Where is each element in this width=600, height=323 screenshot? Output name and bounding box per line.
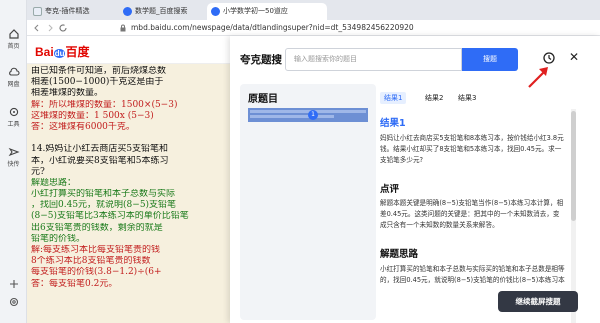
question-badge: 1 — [308, 110, 318, 120]
transfer-icon — [8, 147, 20, 157]
tab-plugins[interactable]: 夸克-插件精选 — [29, 3, 115, 20]
back-arrow-icon[interactable] — [32, 23, 42, 33]
sidebar-item-home[interactable]: 首页 — [0, 28, 27, 50]
search-input[interactable]: 输入题搜索你的题目 — [285, 48, 462, 71]
sidebar-item-add[interactable] — [0, 278, 27, 290]
tab-result-3[interactable]: 结果3 — [458, 92, 476, 104]
gear-icon — [9, 297, 18, 307]
url-text[interactable]: mbd.baidu.com/newspage/data/dtlandingsup… — [131, 23, 414, 32]
section-heading: 解题思路 — [380, 249, 419, 260]
continue-screenshot-search-button[interactable]: 继续截屏搜题 — [498, 291, 578, 312]
logo-paw: du — [53, 49, 66, 58]
sidebar-item-label: 工具 — [7, 121, 20, 128]
section-text: 妈妈让小红去商店买5支铅笔和8本练习本，按价钱给小红3.8元钱。结果小红却买了8… — [380, 134, 564, 164]
left-sidebar: 首页 网盘 工具 快传 — [0, 0, 27, 323]
sidebar-item-tools[interactable]: 工具 — [0, 106, 27, 128]
close-icon[interactable]: ✕ — [569, 50, 579, 64]
plus-icon — [9, 280, 18, 288]
document-line: (8−5)支铅笔比3本练习本的单价比铅笔 — [31, 211, 189, 222]
document-line: 由已知条件可知道，前后烧煤总数 — [31, 66, 167, 76]
document-line: 相差堆煤的数量。 — [31, 88, 104, 99]
document-line: ，找回0.45元，就说明(8−5)支铅笔 — [31, 200, 177, 211]
section-heading: 结果1 — [380, 118, 406, 129]
document-line: 8个练习本比8支铅笔贵的钱数 — [31, 256, 151, 267]
refresh-icon[interactable] — [58, 23, 68, 33]
logo-text-cn: 百度 — [65, 45, 90, 59]
baidu-paw-icon — [211, 7, 220, 16]
document-line: 答：这堆煤有6000千克。 — [31, 121, 135, 132]
document-line: 相差(1500−1000)千克这是由于 — [31, 77, 164, 88]
tab-result-1[interactable]: 结果1 — [380, 92, 407, 104]
tab-label: 数学题_百度搜索 — [135, 7, 188, 15]
document-line: 这堆煤的数量：1 500x (5−3) — [31, 110, 154, 121]
document-line: 解题思路： — [31, 177, 77, 188]
baidu-header: Baidu百度 — [27, 36, 257, 64]
document-icon — [33, 7, 42, 16]
section-heading: 点评 — [380, 184, 400, 195]
tools-icon — [9, 107, 18, 117]
sidebar-item-label: 首页 — [7, 43, 20, 50]
section-text: 小红打算买的铅笔和本子总数与实际买的铅笔和本子总数是相等的，找回0.45元，就说… — [380, 265, 565, 284]
document-line: 14.妈妈让小红去商店买5支铅笔和 — [31, 144, 169, 155]
document-line: 解：所以堆煤的数量：1500×(5−3) — [31, 99, 178, 110]
baidu-logo[interactable]: Baidu百度 — [35, 43, 89, 60]
address-bar[interactable]: mbd.baidu.com/newspage/data/dtlandingsup… — [27, 20, 600, 36]
tab-label: 夸克-插件精选 — [45, 7, 90, 15]
home-icon — [8, 29, 19, 39]
panel-title: 夸克题搜 — [240, 54, 282, 66]
annotation-arrow — [528, 67, 548, 88]
tab-math-problems[interactable]: 小学数学初一50道应 — [207, 3, 327, 20]
tab-baidu-search[interactable]: 数学题_百度搜索 — [119, 3, 205, 20]
document-image: 由已知条件可知道，前后烧煤总数 相差(1500−1000)千克这是由于 相差堆煤的数… — [27, 64, 239, 323]
forward-arrow-icon[interactable] — [45, 23, 55, 33]
document-line: 小红打算买的铅笔和本子总数与实际 — [31, 189, 176, 200]
sidebar-item-label: 快传 — [7, 161, 20, 168]
sidebar-item-cloud[interactable]: 网盘 — [0, 66, 27, 88]
tab-label: 小学数学初一50道应 — [223, 7, 288, 15]
lock-icon — [120, 24, 126, 32]
tab-bar: 夸克-插件精选 数学题_百度搜索 小学数学初一50道应 — [27, 0, 600, 20]
original-title: 原题目 — [248, 94, 278, 105]
document-line: 本，小红说要买8支铅笔和5本练习 — [31, 155, 169, 166]
tab-result-2[interactable]: 结果2 — [425, 92, 443, 104]
baidu-paw-icon — [123, 7, 132, 16]
document-line: 答：每支铅笔0.2元。 — [31, 278, 118, 289]
cloud-icon — [8, 67, 20, 76]
sidebar-item-settings[interactable] — [0, 296, 27, 308]
section-text: 解题本题关键是明确(8−5)支铅笔当作(8−5)本练习本计算，相差0.45元。这… — [380, 199, 564, 229]
original-question-panel: 原题目 1 — [240, 84, 376, 320]
document-line: 元? — [31, 166, 45, 177]
document-line: 解:每支练习本比每支铅笔贵的钱 — [31, 245, 161, 255]
sidebar-item-label: 网盘 — [7, 81, 20, 88]
document-line: 每支铅笔的价钱(3.8−1.2)÷(6+ — [31, 267, 162, 278]
document-line: 出6支铅笔贵的钱数，剩余的就是 — [31, 222, 163, 233]
sidebar-item-transfer[interactable]: 快传 — [0, 146, 27, 168]
search-button[interactable]: 搜题 — [462, 48, 518, 71]
document-text: 由已知条件可知道，前后烧煤总数 相差(1500−1000)千克这是由于 相差堆煤的数… — [31, 66, 231, 290]
scrollbar-thumb[interactable] — [571, 111, 576, 221]
logo-text: Bai — [35, 45, 54, 59]
document-line: 铅笔的价钱。 — [31, 233, 86, 244]
